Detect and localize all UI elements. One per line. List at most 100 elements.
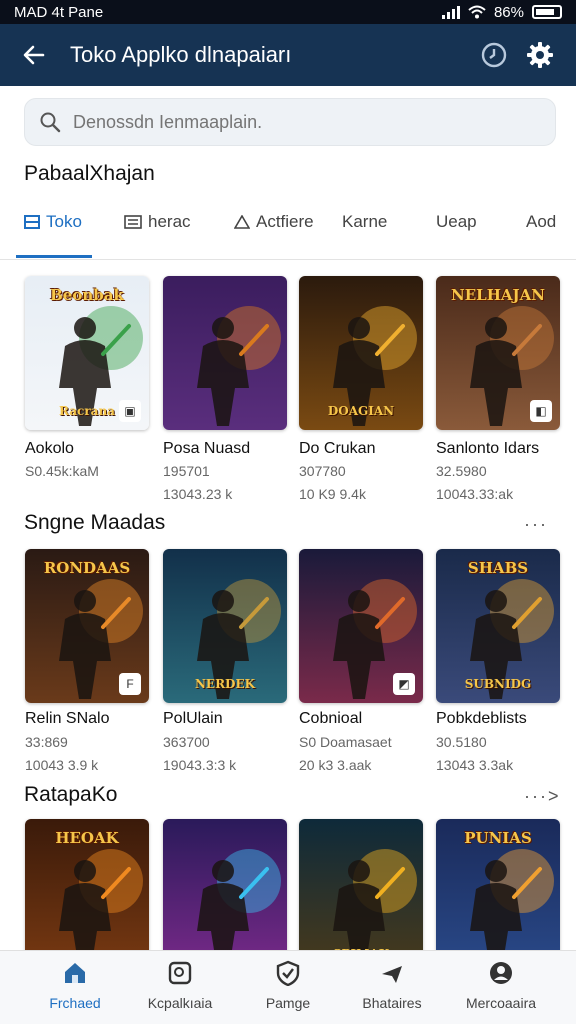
shield-icon [274, 959, 302, 987]
home-icon [61, 959, 89, 987]
triangle-icon [234, 215, 250, 229]
category-tabs: Toko herac Actfiere Karne Ueap Aod [0, 198, 576, 260]
nav-label: Kcpalkıaia [147, 995, 213, 1011]
games-icon [166, 959, 194, 987]
cover-title-art: PUNIAS [464, 829, 532, 847]
status-indicators: 86% [441, 3, 562, 21]
game-meta: S0 Doamasaet [299, 734, 392, 750]
tab-label: Aod [526, 212, 557, 231]
gear-icon [527, 42, 553, 68]
game-name[interactable]: Cobnioal [299, 710, 362, 728]
cover-badge-icon: ◩ [393, 673, 415, 695]
search-bar[interactable] [24, 98, 556, 146]
nav-item-games[interactable]: Kcpalkıaia [125, 959, 235, 1011]
cover-artwork [163, 276, 287, 430]
game-name[interactable]: Pobkdeblists [436, 710, 527, 728]
nav-item-pamge[interactable]: Pamge [233, 959, 343, 1011]
tab-label: Actfiere [256, 212, 314, 231]
game-name[interactable]: Posa Nuasd [163, 440, 250, 458]
game-cover[interactable]: NELHAJAN ◧ [436, 276, 560, 430]
status-bar: MAD 4t Pane 86% [0, 0, 576, 24]
section-title-second: Sngne Maadas [24, 511, 166, 534]
game-name[interactable]: Relin SNalo [25, 710, 109, 728]
back-arrow-icon [23, 45, 45, 65]
search-input[interactable] [73, 111, 513, 133]
app-bar: Toko Applko dlnapaiarı [0, 24, 576, 86]
game-cover[interactable]: SHABS SUBNIDG [436, 549, 560, 703]
game-name[interactable]: Aokolo [25, 440, 74, 458]
game-meta: 33:869 [25, 734, 68, 750]
game-name[interactable]: Sanlonto Idars [436, 440, 539, 458]
game-downloads: 13043 3.3ak [436, 757, 514, 773]
search-icon [40, 112, 61, 133]
settings-button[interactable] [520, 35, 560, 75]
battery-icon [532, 5, 562, 19]
game-downloads: 19043.3:3 k [163, 757, 237, 773]
cover-title-art: RONDAAS [43, 559, 131, 577]
battery-percent: 86% [493, 3, 524, 21]
plane-icon [378, 959, 406, 987]
tab-label: Toko [46, 212, 82, 231]
signal-icon [441, 5, 460, 19]
clock-icon [481, 42, 507, 68]
game-meta: 195701 [163, 463, 210, 479]
game-cover[interactable]: ◩ [299, 549, 423, 703]
section-title-featured: PabaalXhajan [24, 162, 155, 185]
nav-label: Mercoaaira [465, 995, 537, 1011]
cover-title-art: HEOAK [55, 829, 119, 847]
game-name[interactable]: Do Crukan [299, 440, 375, 458]
tab-label: herac [148, 212, 191, 231]
tab-actfiere[interactable]: Actfiere [234, 212, 314, 232]
tab-aod[interactable]: Aod [526, 212, 556, 232]
store-icon [24, 215, 40, 229]
game-cover[interactable] [163, 276, 287, 430]
cover-subtitle-art: DOAGIAN [327, 404, 395, 418]
tab-karne[interactable]: Karne [342, 212, 387, 232]
game-cover[interactable]: RONDAAS F [25, 549, 149, 703]
game-cover[interactable]: Beonbak Racrana ▣ [25, 276, 149, 430]
tab-toko[interactable]: Toko [24, 212, 82, 232]
game-meta: 363700 [163, 734, 210, 750]
more-button[interactable]: ··· [524, 514, 548, 535]
more-button[interactable]: ···> [524, 786, 561, 807]
game-name[interactable]: PolUlain [163, 710, 223, 728]
status-left-text: MAD 4t Pane [14, 3, 104, 21]
game-downloads: 13043.23 k [163, 486, 233, 502]
list-icon [124, 215, 142, 229]
tab-label: Karne [342, 212, 388, 231]
cover-title-art: NELHAJAN [451, 286, 545, 304]
game-meta: 30.5180 [436, 734, 487, 750]
game-meta: 307780 [299, 463, 346, 479]
nav-label: Frchaed [49, 995, 101, 1011]
game-meta: S0.45k:kaM [25, 463, 99, 479]
active-tab-indicator [16, 255, 92, 258]
cover-badge-icon: ▣ [119, 400, 141, 422]
tab-ueap[interactable]: Ueap [436, 212, 477, 232]
nav-item-bhataires[interactable]: Bhataires [337, 959, 447, 1011]
game-cover[interactable]: NERDEK [163, 549, 287, 703]
page-title: Toko Applko dlnapaiarı [70, 42, 292, 67]
game-downloads: 20 k3 3.aak [299, 757, 372, 773]
cover-badge-icon: ◧ [530, 400, 552, 422]
nav-item-account[interactable]: Mercoaaira [446, 959, 556, 1011]
cover-title-art: SHABS [467, 559, 529, 577]
wifi-icon [468, 5, 486, 19]
bottom-navigation: Frchaed Kcpalkıaia Pamge Bhataires Merco… [0, 950, 576, 1024]
tab-herac[interactable]: herac [124, 212, 191, 232]
game-downloads: 10 K9 9.4k [299, 486, 366, 502]
nav-label: Bhataires [362, 995, 422, 1011]
section-title-third: RatapaKo [24, 783, 118, 806]
history-button[interactable] [474, 35, 514, 75]
game-downloads: 10043 3.9 k [25, 757, 99, 773]
game-downloads: 10043.33:ak [436, 486, 514, 502]
tab-label: Ueap [436, 212, 477, 231]
back-button[interactable] [16, 37, 52, 73]
game-cover[interactable]: DOAGIAN [299, 276, 423, 430]
nav-label: Pamge [265, 995, 311, 1011]
cover-title-art: Beonbak [50, 286, 124, 304]
cover-badge-icon: F [119, 673, 141, 695]
cover-subtitle-art: NERDEK [194, 677, 256, 691]
account-icon [487, 959, 515, 987]
nav-item-home[interactable]: Frchaed [20, 959, 130, 1011]
cover-subtitle-art: SUBNIDG [464, 677, 532, 691]
